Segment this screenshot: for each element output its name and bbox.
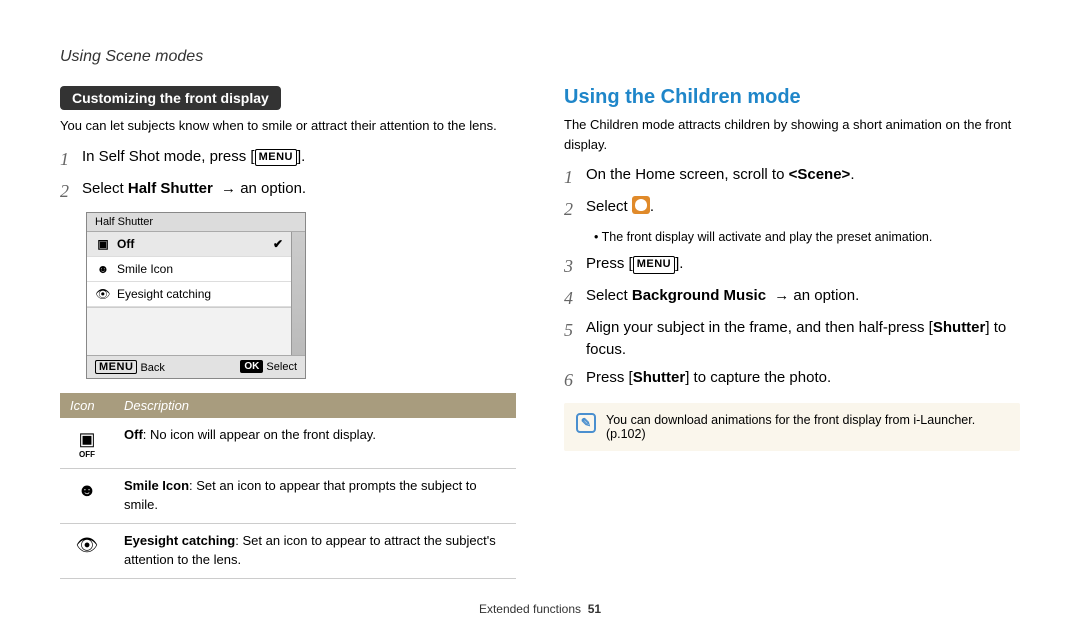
text: In Self Shot mode, press [ — [82, 148, 255, 165]
step-text: Select Half Shutter → an option. — [82, 178, 516, 200]
camera-menu-screenshot: Half Shutter ▣ Off ☻ Smile Icon 👁 Eyesig… — [86, 212, 306, 379]
step-number: 6 — [564, 367, 586, 393]
footer-section: Extended functions — [479, 602, 581, 616]
off-icon: ▣OFF — [60, 418, 114, 469]
step-number: 5 — [564, 317, 586, 343]
info-icon: ✎ — [576, 413, 596, 433]
text: ]. — [297, 148, 305, 165]
footer-select-label: Select — [266, 361, 297, 373]
note-text: You can download animations for the fron… — [606, 413, 1008, 441]
step-text: In Self Shot mode, press [MENU]. — [82, 146, 516, 168]
menu-option-off: ▣ Off — [87, 232, 291, 257]
step-number: 3 — [564, 253, 586, 279]
menu-icon: MENU — [255, 149, 297, 167]
text: → an option. — [217, 180, 306, 197]
step-text: On the Home screen, scroll to <Scene>. — [586, 164, 1020, 186]
menu-option-label: Eyesight catching — [117, 287, 211, 301]
step-number: 2 — [564, 196, 586, 222]
steps-right-cont: 3 Press [MENU]. 4 Select Background Musi… — [564, 253, 1020, 393]
steps-right: 1 On the Home screen, scroll to <Scene>.… — [564, 164, 1020, 222]
menu-title: Half Shutter — [87, 213, 305, 232]
note-box: ✎ You can download animations for the fr… — [564, 403, 1020, 451]
cell-description: Off: No icon will appear on the front di… — [114, 418, 516, 469]
eye-icon: 👁 — [60, 524, 114, 579]
table-row: ▣OFF Off: No icon will appear on the fro… — [60, 418, 516, 469]
step-text: Press [Shutter] to capture the photo. — [586, 367, 1020, 389]
cell-description: Eyesight catching: Set an icon to appear… — [114, 524, 516, 579]
step-number: 4 — [564, 285, 586, 311]
page-header: Using Scene modes — [60, 48, 1020, 66]
th-icon: Icon — [60, 393, 114, 418]
ok-icon: OK — [240, 360, 263, 373]
menu-option-label: Off — [117, 237, 134, 251]
section-heading: Using the Children mode — [564, 86, 1020, 109]
menu-option-label: Smile Icon — [117, 262, 173, 276]
step-number: 1 — [564, 164, 586, 190]
two-column-layout: Customizing the front display You can le… — [60, 86, 1020, 579]
eye-icon: 👁 — [95, 287, 111, 301]
off-icon: ▣ — [95, 237, 111, 251]
step-text: Select . — [586, 196, 1020, 218]
footer-back-label: Back — [140, 362, 164, 374]
table-row: 👁 Eyesight catching: Set an icon to appe… — [60, 524, 516, 579]
step-text: Press [MENU]. — [586, 253, 1020, 275]
icon-description-table: Icon Description ▣OFF Off: No icon will … — [60, 393, 516, 579]
right-column: Using the Children mode The Children mod… — [564, 86, 1020, 579]
cell-description: Smile Icon: Set an icon to appear that p… — [114, 469, 516, 524]
left-column: Customizing the front display You can le… — [60, 86, 516, 579]
steps-left: 1 In Self Shot mode, press [MENU]. 2 Sel… — [60, 146, 516, 204]
children-mode-icon — [632, 196, 650, 214]
menu-icon: MENU — [633, 256, 675, 274]
smile-icon: ☻ — [60, 469, 114, 524]
menu-scrollbar — [291, 232, 305, 355]
menu-blank-area — [87, 307, 291, 355]
page-number: 51 — [588, 602, 601, 616]
step-number: 1 — [60, 146, 82, 172]
table-row: ☻ Smile Icon: Set an icon to appear that… — [60, 469, 516, 524]
step-text: Select Background Music → an option. — [586, 285, 1020, 307]
menu-icon: MENU — [95, 360, 137, 374]
th-description: Description — [114, 393, 516, 418]
menu-footer: MENU Back OK Select — [87, 355, 305, 378]
page-footer: Extended functions 51 — [0, 602, 1080, 616]
menu-option-smile: ☻ Smile Icon — [87, 257, 291, 282]
text: Select — [82, 180, 128, 197]
section-intro: You can let subjects know when to smile … — [60, 116, 516, 136]
text-bold: Half Shutter — [128, 180, 213, 197]
section-pill: Customizing the front display — [60, 86, 281, 110]
menu-option-eyesight: 👁 Eyesight catching — [87, 282, 291, 307]
sub-bullet: The front display will activate and play… — [594, 228, 1020, 247]
step-text: Align your subject in the frame, and the… — [586, 317, 1020, 361]
step-number: 2 — [60, 178, 82, 204]
section-intro: The Children mode attracts children by s… — [564, 115, 1020, 154]
smile-icon: ☻ — [95, 262, 111, 276]
